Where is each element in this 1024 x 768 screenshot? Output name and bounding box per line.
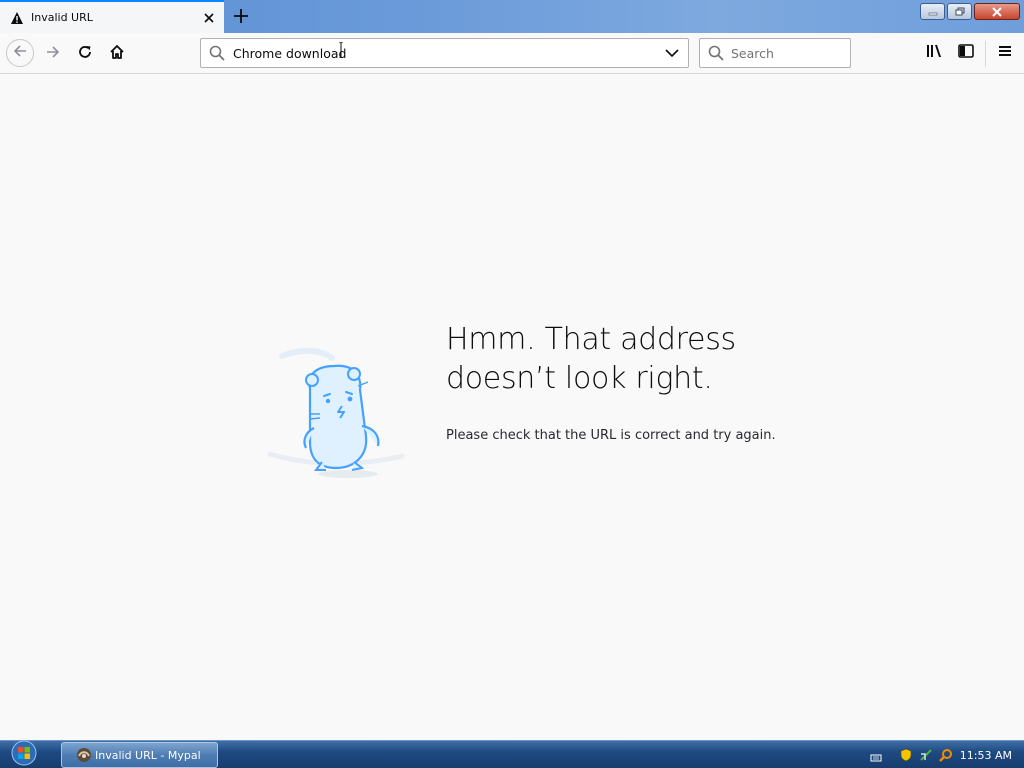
minimize-icon[interactable] [920, 3, 945, 20]
sidebar-icon [957, 42, 975, 64]
toolbar-separator [985, 41, 986, 67]
hamburger-menu-icon [997, 43, 1013, 63]
url-bar[interactable]: Chrome download [200, 38, 689, 68]
keyboard-layout-icon[interactable] [870, 749, 882, 762]
back-arrow-icon [12, 43, 28, 63]
new-tab-icon[interactable] [232, 7, 250, 25]
error-page: Hmm. That address doesn’t look right. Pl… [0, 74, 1024, 740]
home-icon [109, 44, 125, 64]
tab-title: Invalid URL [31, 11, 93, 24]
windows-logo-icon [11, 740, 37, 768]
home-button[interactable] [105, 42, 129, 66]
error-title-line-1: Hmm. That address [446, 322, 736, 357]
error-title: Hmm. That address doesn’t look right. [446, 320, 866, 398]
url-input[interactable]: Chrome download [233, 46, 662, 61]
network-icon[interactable] [918, 747, 934, 763]
close-tab-icon[interactable] [202, 10, 216, 24]
reload-icon [77, 44, 93, 64]
taskbar-item-label: Invalid URL - Mypal [95, 748, 201, 762]
sidebar-button[interactable] [955, 42, 977, 64]
text-cursor-icon [339, 41, 343, 59]
library-icon [925, 42, 943, 64]
menu-button[interactable] [994, 42, 1016, 64]
forward-button[interactable] [41, 42, 65, 66]
error-description: Please check that the URL is correct and… [446, 428, 776, 443]
shield-icon[interactable] [898, 747, 914, 763]
chevron-down-icon[interactable] [662, 43, 682, 63]
browser-app-icon [76, 747, 92, 763]
search-icon [208, 44, 226, 62]
navigation-toolbar: Chrome download [0, 33, 1024, 74]
reload-button[interactable] [73, 42, 97, 66]
taskbar: Invalid URL - Mypal 11:53 AM [0, 740, 1024, 768]
search-icon [707, 44, 725, 62]
window-controls [920, 3, 1020, 21]
search-bar[interactable] [699, 38, 851, 68]
close-icon[interactable] [974, 3, 1020, 20]
clock[interactable]: 11:53 AM [960, 749, 1012, 762]
taskbar-item-browser[interactable]: Invalid URL - Mypal [61, 742, 218, 768]
start-button[interactable] [8, 740, 40, 768]
error-title-line-2: doesn’t look right. [446, 361, 713, 396]
back-button[interactable] [6, 39, 34, 67]
tab-strip: Invalid URL [0, 0, 1024, 33]
error-illustration [262, 344, 410, 484]
search-input[interactable] [731, 45, 841, 61]
warning-icon [10, 11, 24, 25]
forward-arrow-icon [45, 44, 61, 64]
system-tray: 11:53 AM [894, 741, 1024, 768]
restore-icon[interactable] [947, 3, 972, 20]
tab-invalid-url[interactable]: Invalid URL [0, 0, 224, 33]
search-tray-icon[interactable] [938, 747, 954, 763]
library-button[interactable] [923, 42, 945, 64]
